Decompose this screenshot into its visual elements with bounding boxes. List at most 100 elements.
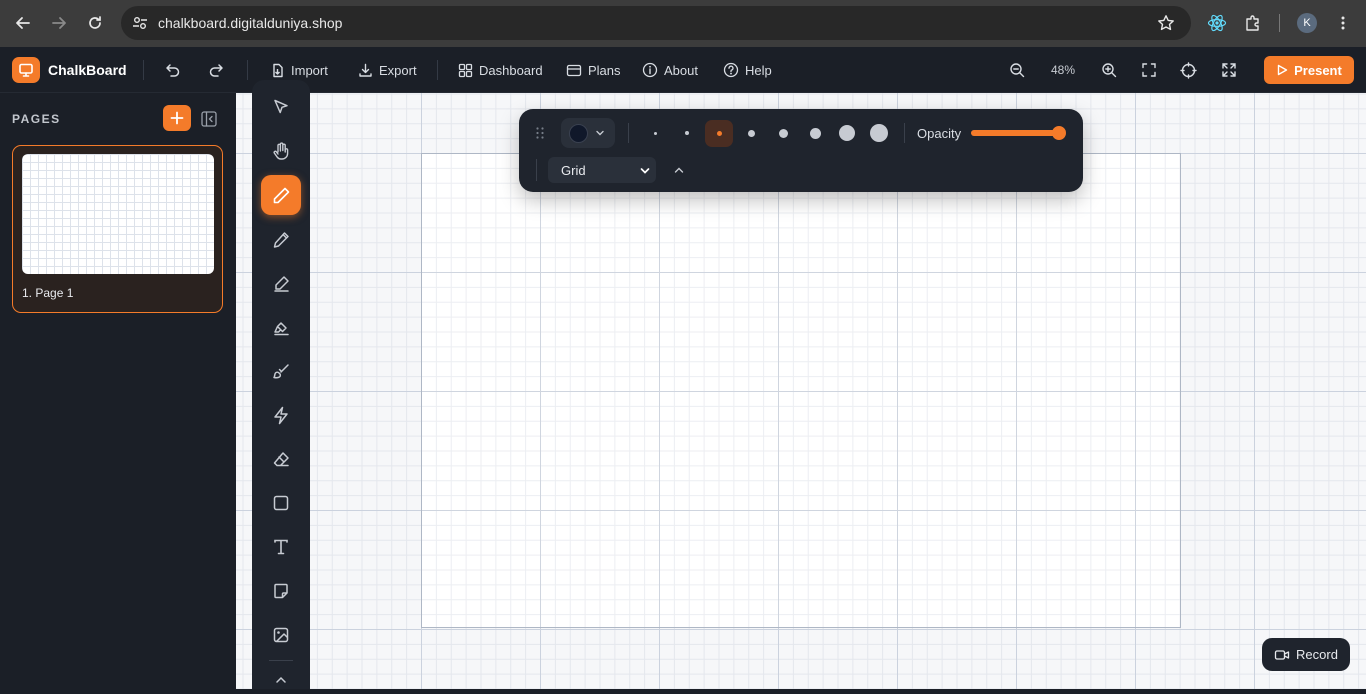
opacity-slider-thumb[interactable] bbox=[1052, 126, 1066, 140]
url-text[interactable]: chalkboard.digitalduniya.shop bbox=[158, 15, 342, 31]
pencil-tool-button[interactable] bbox=[261, 219, 301, 259]
back-icon[interactable] bbox=[12, 12, 34, 34]
reload-icon[interactable] bbox=[84, 12, 106, 34]
marker-icon bbox=[273, 275, 289, 292]
laser-tool-button[interactable] bbox=[261, 395, 301, 435]
forward-icon[interactable] bbox=[48, 12, 70, 34]
stroke-size-option[interactable] bbox=[685, 131, 689, 135]
pan-tool-button[interactable] bbox=[261, 131, 301, 171]
address-bar[interactable]: chalkboard.digitalduniya.shop bbox=[121, 6, 1191, 40]
about-link[interactable]: About bbox=[642, 58, 698, 82]
background-select-value: Grid bbox=[561, 163, 586, 178]
marker-tool-button[interactable] bbox=[261, 263, 301, 303]
stroke-color-picker[interactable] bbox=[561, 118, 615, 148]
eraser-tool-button[interactable] bbox=[261, 439, 301, 479]
header-divider bbox=[143, 60, 144, 80]
pointer-icon bbox=[274, 99, 288, 114]
help-link[interactable]: Help bbox=[723, 58, 772, 82]
sticky-note-tool-button[interactable] bbox=[261, 571, 301, 611]
help-circle-icon bbox=[723, 62, 739, 78]
dashboard-link[interactable]: Dashboard bbox=[458, 58, 543, 82]
square-icon bbox=[273, 495, 289, 511]
pen-icon bbox=[273, 187, 289, 203]
undo-button[interactable] bbox=[165, 58, 181, 82]
record-button[interactable]: Record bbox=[1262, 638, 1350, 671]
plans-link[interactable]: Plans bbox=[566, 58, 621, 82]
extensions-icon[interactable] bbox=[1242, 12, 1264, 34]
fullscreen-icon bbox=[1222, 63, 1236, 77]
add-page-button[interactable] bbox=[163, 105, 191, 131]
collapse-sidebar-icon[interactable] bbox=[200, 110, 218, 128]
lightning-icon bbox=[274, 406, 288, 424]
header-divider bbox=[437, 60, 438, 80]
pen-properties-panel: Opacity Grid bbox=[519, 109, 1083, 192]
download-icon bbox=[359, 63, 372, 77]
bookmark-star-icon[interactable] bbox=[1157, 14, 1175, 32]
react-devtools-icon[interactable] bbox=[1206, 12, 1228, 34]
fit-to-screen-button[interactable] bbox=[1141, 58, 1157, 82]
export-button[interactable]: Export bbox=[358, 58, 417, 82]
highlighter-icon bbox=[273, 321, 289, 335]
zoom-in-button[interactable] bbox=[1101, 58, 1117, 82]
stroke-size-option[interactable] bbox=[809, 127, 821, 139]
background-select[interactable]: Grid bbox=[548, 157, 656, 183]
opacity-slider-fill bbox=[971, 130, 1059, 136]
crosshair-icon bbox=[1180, 61, 1197, 79]
canvas-page-sheet[interactable] bbox=[421, 153, 1181, 628]
tool-divider bbox=[269, 660, 293, 661]
help-label: Help bbox=[745, 62, 772, 78]
stroke-size-option[interactable] bbox=[716, 130, 722, 136]
site-info-icon[interactable] bbox=[131, 14, 149, 32]
stroke-size-option[interactable] bbox=[778, 128, 788, 138]
stroke-size-option[interactable] bbox=[870, 124, 888, 142]
video-camera-icon bbox=[1274, 649, 1290, 660]
browser-menu-icon[interactable] bbox=[1332, 12, 1354, 34]
opacity-slider[interactable] bbox=[971, 126, 1066, 140]
present-label: Present bbox=[1294, 62, 1342, 78]
collapse-panel-chevron-up-icon[interactable] bbox=[673, 164, 685, 176]
fullscreen-button[interactable] bbox=[1221, 58, 1237, 82]
play-icon bbox=[1277, 64, 1288, 76]
profile-avatar[interactable]: K bbox=[1297, 13, 1317, 33]
note-icon bbox=[274, 583, 288, 599]
plus-icon bbox=[170, 111, 184, 125]
panel-divider bbox=[904, 123, 905, 143]
stroke-size-option[interactable] bbox=[839, 125, 855, 141]
image-tool-button[interactable] bbox=[261, 615, 301, 655]
brush-tool-button[interactable] bbox=[261, 351, 301, 391]
page-card[interactable]: 1. Page 1 bbox=[12, 145, 223, 313]
toolbar-divider bbox=[1279, 14, 1280, 32]
page-thumbnail[interactable] bbox=[22, 154, 214, 274]
select-tool-button[interactable] bbox=[261, 87, 301, 127]
present-button[interactable]: Present bbox=[1264, 56, 1354, 84]
chalkboard-logo-icon[interactable] bbox=[12, 57, 40, 83]
fit-screen-icon bbox=[1142, 63, 1156, 77]
recenter-button[interactable] bbox=[1180, 58, 1197, 82]
grid-icon bbox=[458, 63, 473, 77]
stroke-size-option[interactable] bbox=[653, 131, 657, 135]
redo-button[interactable] bbox=[208, 58, 224, 82]
about-label: About bbox=[664, 62, 698, 78]
zoom-out-button[interactable] bbox=[1009, 58, 1025, 82]
shape-tool-button[interactable] bbox=[261, 483, 301, 523]
chevron-down-icon bbox=[640, 168, 650, 174]
opacity-label: Opacity bbox=[917, 126, 962, 141]
eraser-icon bbox=[273, 451, 289, 466]
import-button[interactable]: Import bbox=[270, 58, 328, 82]
drag-handle-icon[interactable] bbox=[535, 126, 545, 140]
redo-icon bbox=[209, 64, 223, 77]
zoom-level[interactable]: 48% bbox=[1051, 63, 1075, 77]
pen-tool-button[interactable] bbox=[261, 175, 301, 215]
pages-title: PAGES bbox=[12, 112, 61, 126]
header-divider bbox=[247, 60, 248, 80]
brush-icon bbox=[272, 363, 289, 378]
export-label: Export bbox=[379, 62, 417, 78]
brand-name[interactable]: ChalkBoard bbox=[48, 62, 127, 78]
stroke-size-option[interactable] bbox=[747, 129, 755, 137]
highlighter-tool-button[interactable] bbox=[261, 307, 301, 347]
more-tools-button[interactable] bbox=[261, 666, 301, 694]
chevron-down-icon bbox=[596, 130, 604, 136]
text-tool-button[interactable] bbox=[261, 527, 301, 567]
zoom-out-icon bbox=[1010, 63, 1025, 78]
chevron-up-icon bbox=[276, 676, 286, 683]
